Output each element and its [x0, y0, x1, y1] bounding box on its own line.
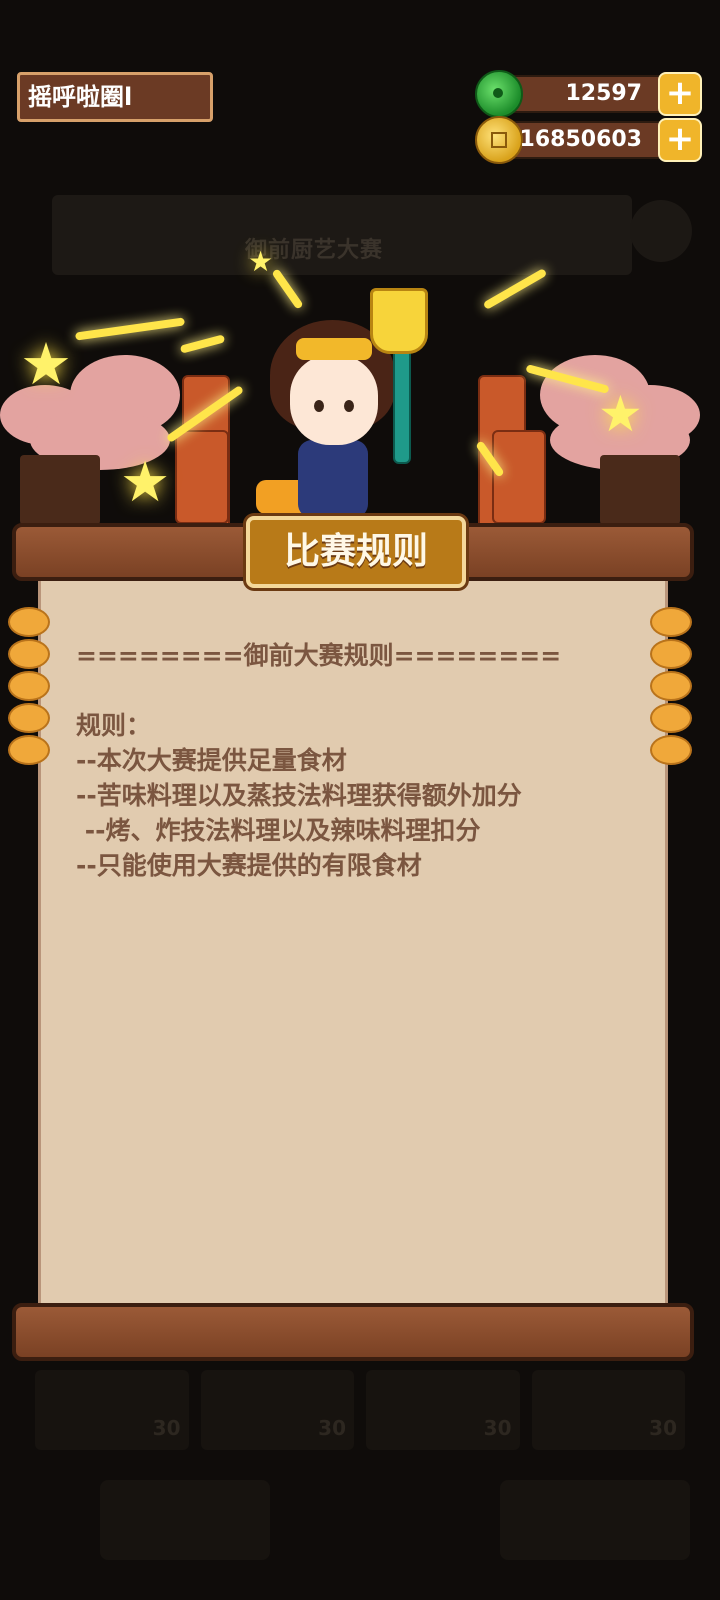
- shovel-handle: [393, 340, 411, 464]
- star-icon: ★: [598, 385, 643, 443]
- star-icon: ★: [248, 245, 274, 278]
- jade-coin-icon: [475, 70, 523, 118]
- gold-coin-icon: [475, 116, 523, 164]
- card-cost: 30: [483, 1416, 512, 1440]
- jade-amount: 12597: [565, 81, 642, 106]
- golden-shovel-icon: [370, 288, 428, 354]
- scroll-bottom-rod: [12, 1303, 694, 1361]
- add-jade-button[interactable]: +: [658, 72, 702, 116]
- chef-character: [256, 288, 450, 530]
- jade-resource: 12597 +: [475, 70, 702, 118]
- card-cost: 30: [318, 1416, 346, 1440]
- light-streak: [179, 334, 226, 354]
- dialog-title-plate: 比赛规则: [246, 516, 466, 588]
- gold-amount: 16850603: [519, 127, 642, 152]
- background-round-button: [630, 200, 692, 262]
- corn-decoration-icon: [8, 605, 50, 765]
- card-cost: 30: [649, 1416, 677, 1440]
- dialog-title: 比赛规则: [283, 531, 428, 572]
- background-card-row: 30 30 30 30: [35, 1370, 685, 1450]
- rules-line: --烤、炸技法料理以及辣味料理扣分: [76, 816, 481, 845]
- fence: [20, 455, 100, 525]
- star-icon: ★: [120, 450, 171, 515]
- rules-line: [76, 673, 636, 708]
- corn-decoration-icon: [650, 605, 692, 765]
- rules-text: ========御前大赛规则======== 规则： --本次大赛提供足量食材 …: [76, 638, 636, 883]
- chef-eye: [344, 400, 354, 412]
- rules-line: 规则：: [76, 711, 152, 740]
- add-gold-button[interactable]: +: [658, 118, 702, 162]
- chef-headband: [296, 338, 372, 360]
- rules-line: ========御前大赛规则========: [76, 641, 562, 670]
- background-card: 30: [200, 1370, 354, 1450]
- background-card: 30: [35, 1370, 189, 1450]
- light-streak: [74, 317, 186, 341]
- rules-line: --只能使用大赛提供的有限食材: [76, 851, 422, 880]
- background-right-button: [500, 1480, 690, 1560]
- background-card: 30: [531, 1370, 685, 1450]
- rules-line: --苦味料理以及蒸技法料理获得额外加分: [76, 781, 522, 810]
- background-card: 30: [366, 1370, 520, 1450]
- player-name-field[interactable]: 摇呼啦圈l: [17, 72, 213, 122]
- star-icon: ★: [20, 330, 72, 398]
- rules-line: --本次大赛提供足量食材: [76, 746, 347, 775]
- background-left-button: [100, 1480, 270, 1560]
- card-cost: 30: [152, 1416, 181, 1440]
- chef-eye: [314, 400, 324, 412]
- fence: [600, 455, 680, 525]
- pillar: [492, 430, 546, 524]
- gold-resource: 16850603 +: [475, 116, 702, 164]
- pillar: [175, 430, 229, 524]
- chef-body: [298, 440, 368, 518]
- chef-face: [290, 355, 378, 445]
